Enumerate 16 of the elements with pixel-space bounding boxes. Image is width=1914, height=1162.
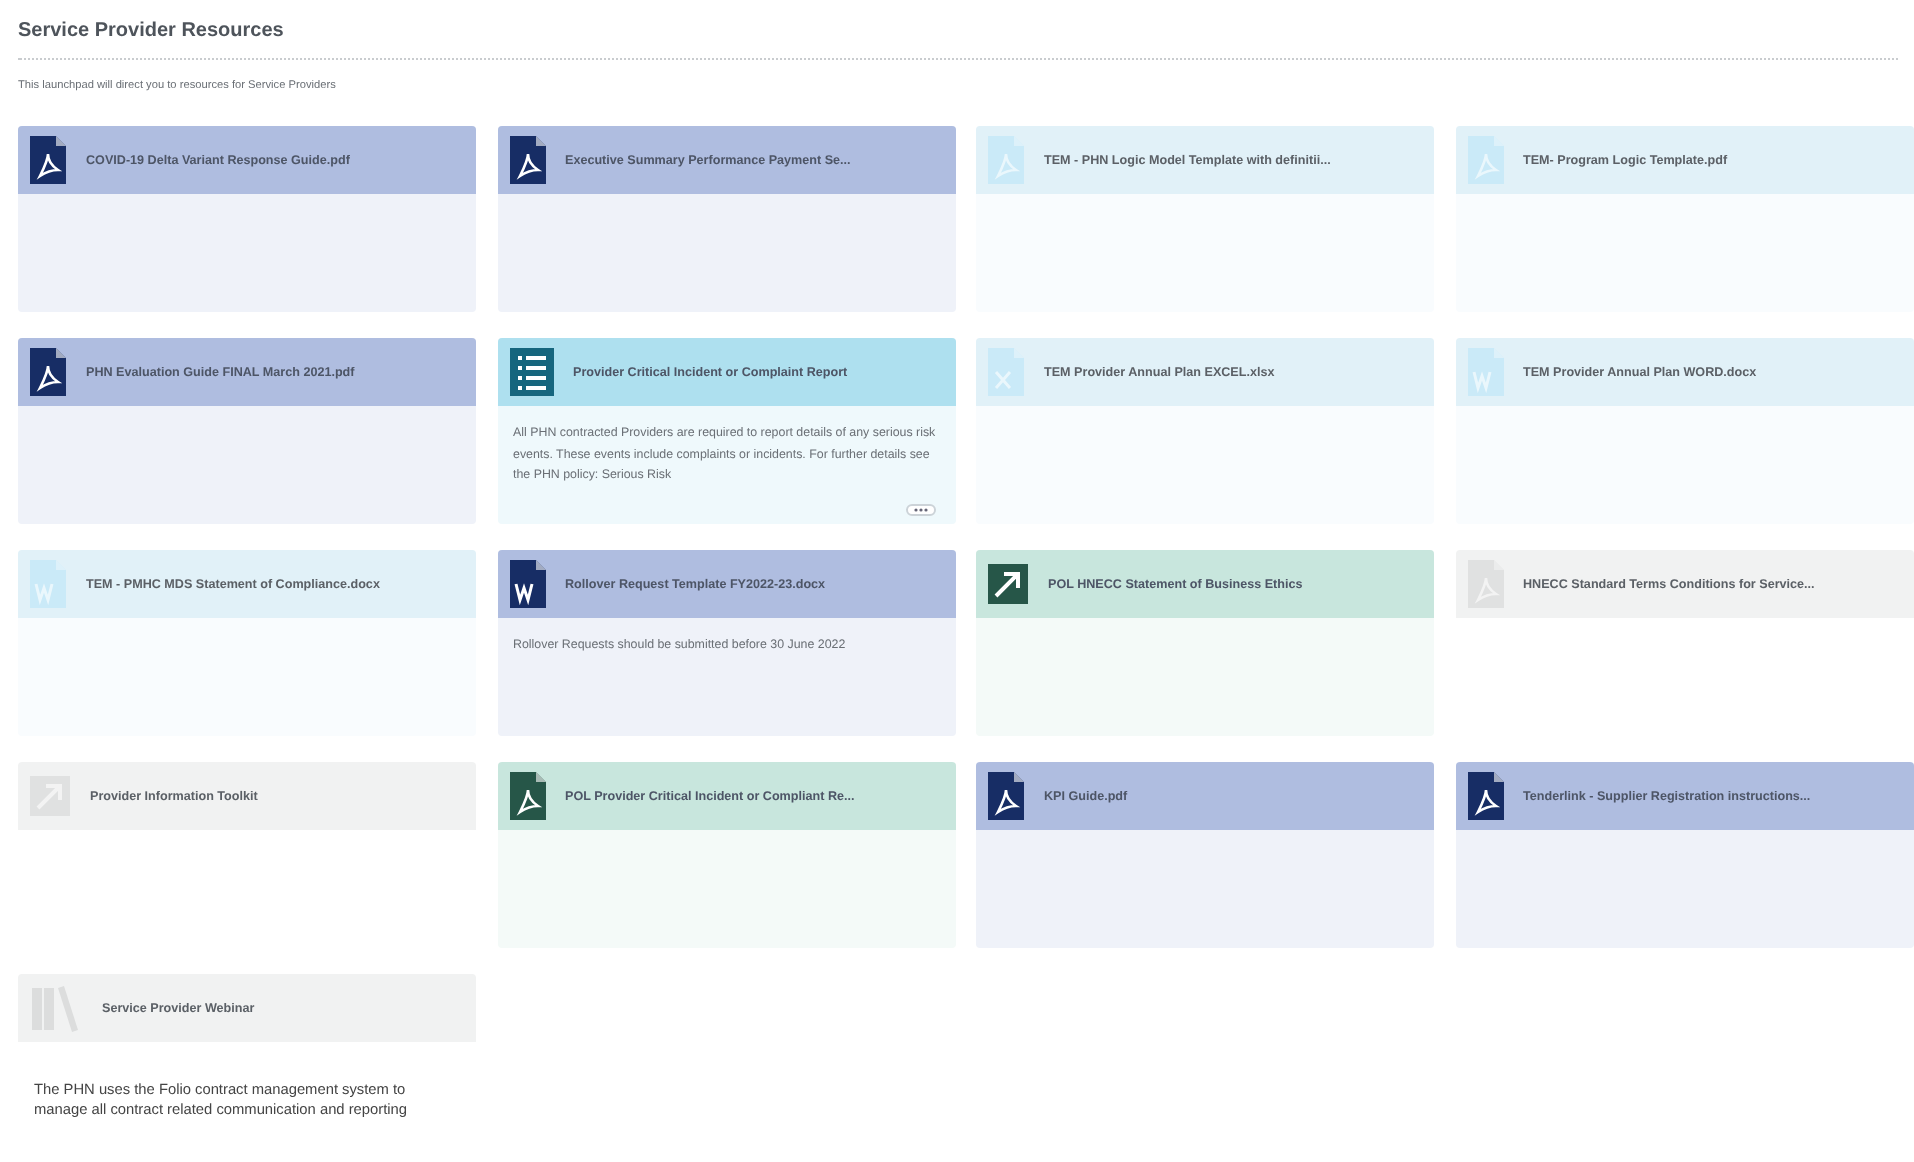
word-file-icon xyxy=(30,560,66,608)
resource-tile[interactable] xyxy=(497,338,955,524)
pdf-file-icon xyxy=(988,136,1024,184)
word-file-icon xyxy=(509,560,545,608)
pdf-file-icon xyxy=(1467,136,1503,184)
pdf-file-icon xyxy=(988,772,1024,820)
pdf-file-icon xyxy=(30,136,66,184)
more-button[interactable] xyxy=(905,504,935,516)
pdf-file-icon xyxy=(509,772,545,820)
word-file-icon xyxy=(1467,348,1503,396)
pdf-file-icon xyxy=(1467,772,1503,820)
spreadsheet-file-icon xyxy=(988,348,1024,396)
pdf-file-icon xyxy=(509,136,545,184)
list-icon xyxy=(509,348,553,396)
page-title: Service Provider Resources xyxy=(18,20,286,42)
pdf-file-icon xyxy=(30,348,66,396)
